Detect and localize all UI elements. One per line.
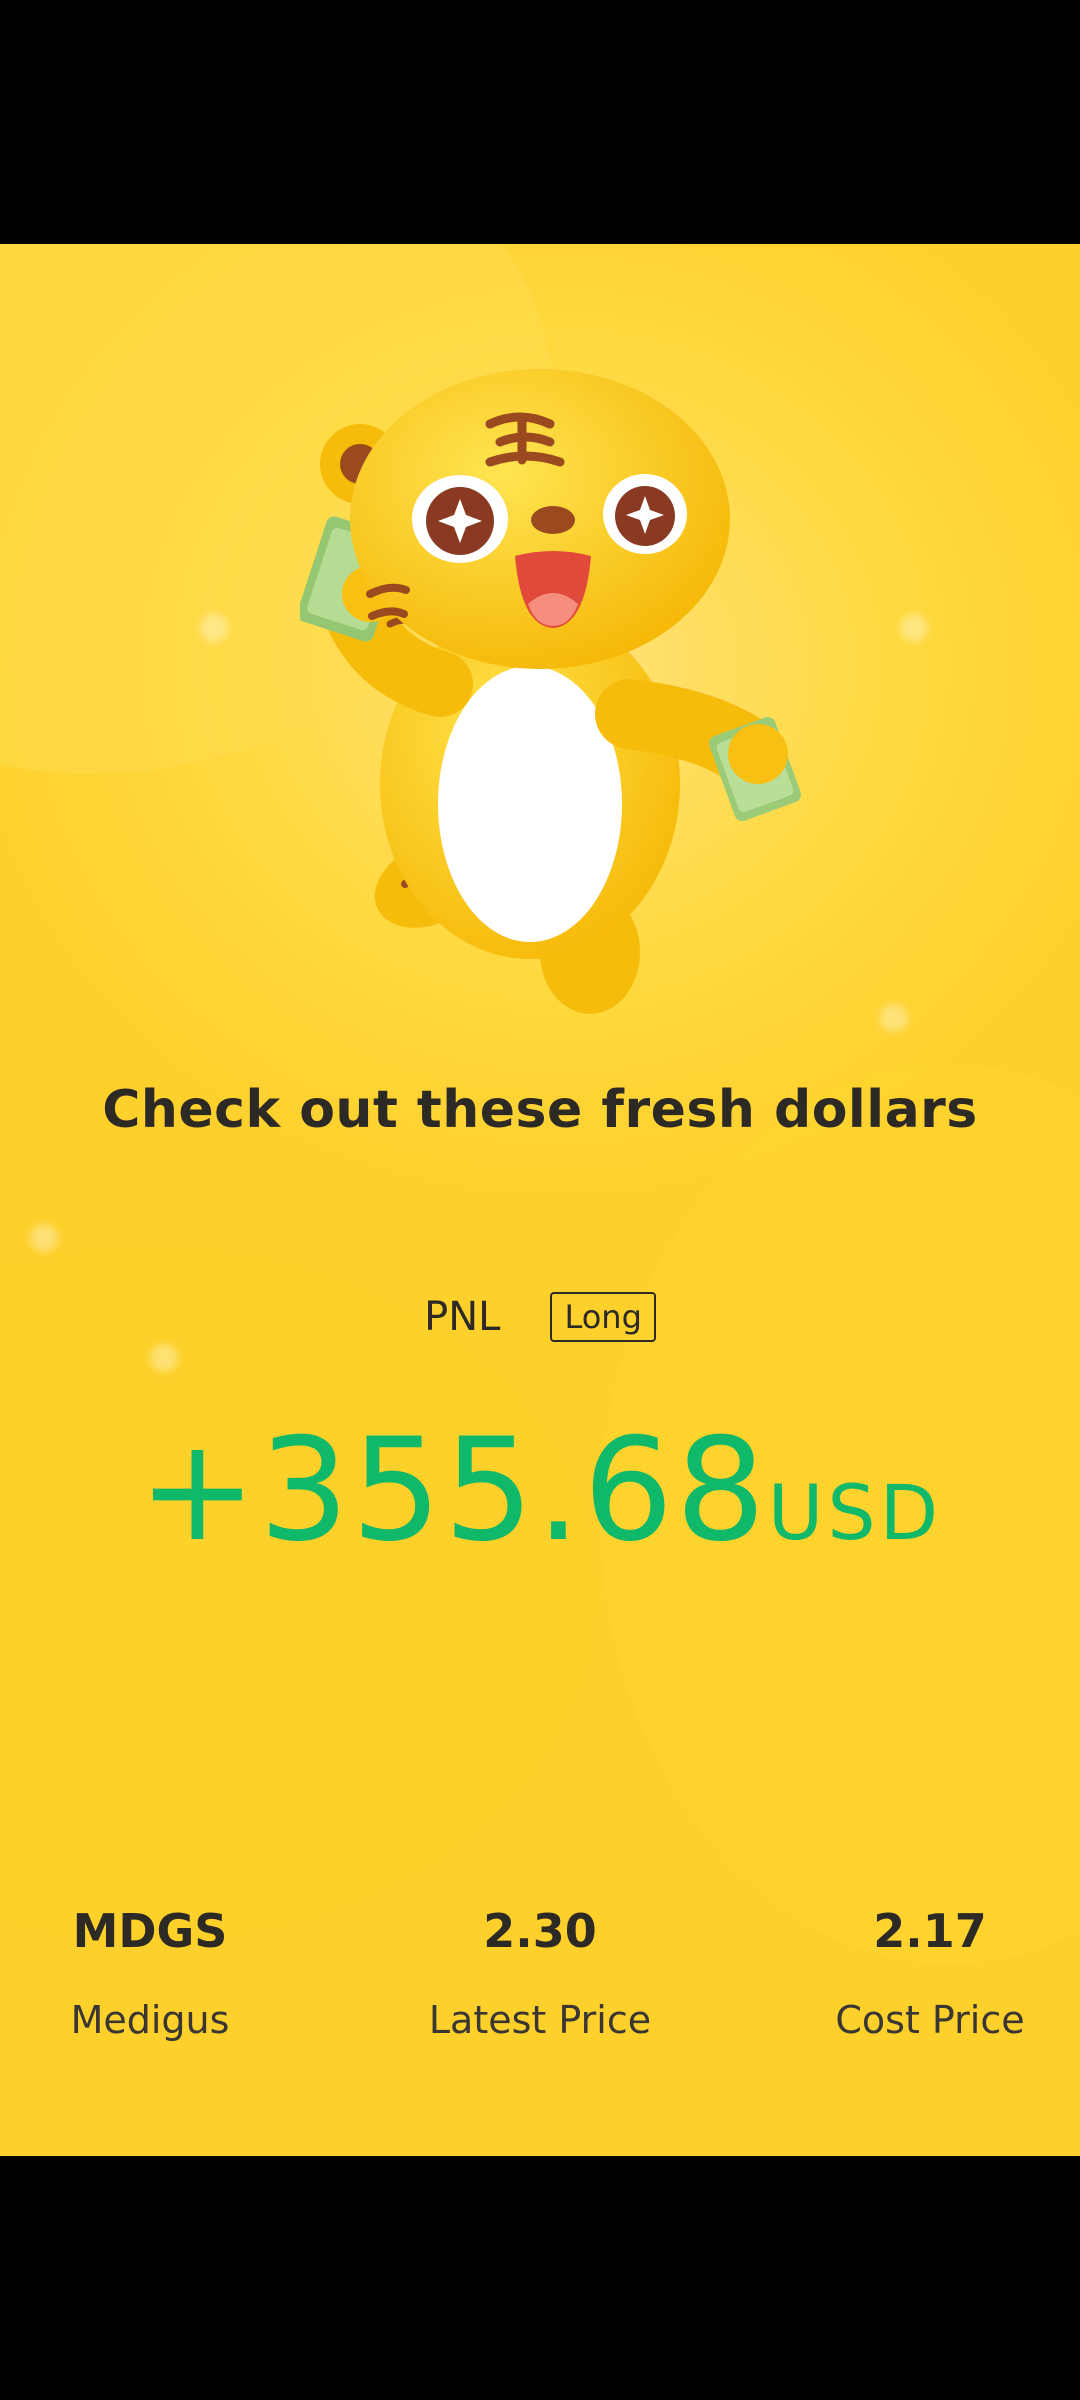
sparkle (30, 1224, 58, 1252)
pnl-currency-unit: USD (767, 1468, 943, 1557)
pnl-amount: +355.68 USD (0, 1408, 1080, 1573)
sparkle (150, 1344, 178, 1372)
stat-symbol-value: MDGS (72, 1904, 228, 1958)
position-direction-badge: Long (550, 1292, 656, 1342)
headline-text: Check out these fresh dollars (102, 1080, 978, 1140)
sparkle (880, 1004, 908, 1032)
stat-cost-price: 2.17 Cost Price (780, 1904, 1080, 2042)
screen: Check out these fresh dollars PNL Long +… (0, 0, 1080, 2400)
stat-latest-price-value: 2.30 (483, 1904, 597, 1958)
background-swirl (0, 1244, 600, 1944)
sparkle (900, 614, 928, 642)
stat-cost-price-value: 2.17 (873, 1904, 987, 1958)
stat-cost-price-label: Cost Price (835, 1998, 1025, 2042)
tiger-mascot-illustration (300, 369, 802, 1014)
pnl-label: PNL (424, 1294, 501, 1340)
stat-symbol: MDGS Medigus (0, 1904, 300, 2042)
sparkle (200, 614, 228, 642)
pnl-share-card: Check out these fresh dollars PNL Long +… (0, 244, 1080, 2156)
stat-symbol-label: Medigus (70, 1998, 230, 2042)
bottom-black-bar (0, 2156, 1080, 2400)
stat-latest-price: 2.30 Latest Price (390, 1904, 690, 2042)
pnl-amount-value: +355.68 (137, 1408, 768, 1573)
pnl-header-row: PNL Long (0, 1287, 1080, 1347)
stat-latest-price-label: Latest Price (428, 1998, 652, 2042)
top-black-bar (0, 0, 1080, 244)
